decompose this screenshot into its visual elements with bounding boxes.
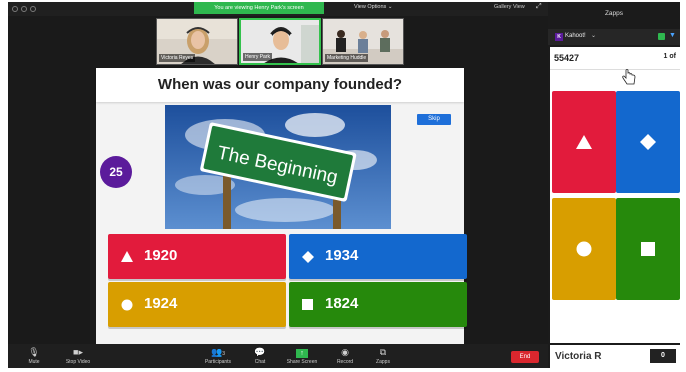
view-options-menu[interactable]: View Options ⌄ xyxy=(354,4,392,10)
answer-button-red[interactable]: 1920 xyxy=(108,234,286,279)
triangle-icon xyxy=(121,251,133,262)
chevron-down-icon: ⌄ xyxy=(387,4,393,10)
question-image: The Beginning xyxy=(165,105,391,229)
answer-tile-blue[interactable] xyxy=(616,91,680,193)
zapps-title: Zapps xyxy=(604,10,624,17)
filter-icon[interactable]: ▼ xyxy=(669,32,676,39)
chat-label: Chat xyxy=(254,359,266,365)
video-camera-icon: ■▸ xyxy=(73,347,83,357)
circle-icon xyxy=(121,299,133,311)
share-screen-label: Share Screen xyxy=(286,359,318,365)
zapps-icon: ⧉ xyxy=(379,347,387,357)
participant-name: Victoria Reyes xyxy=(159,54,196,62)
kahoot-app-bar: K Kahoot! ⌄ ▼ xyxy=(548,29,680,45)
mute-label: Mute xyxy=(28,359,40,365)
microphone-icon: 🎙 xyxy=(28,347,40,357)
kahoot-player-view: 55427 1 of xyxy=(550,47,680,343)
square-icon xyxy=(302,299,313,310)
divider xyxy=(550,69,680,70)
participants-label: Participants xyxy=(204,359,232,365)
participant-tile-marketing-huddle[interactable]: Marketing Huddle xyxy=(322,18,404,65)
zoom-window: You are viewing Henry Park's screen View… xyxy=(8,2,680,368)
diamond-icon xyxy=(640,134,656,150)
answer-tile-red[interactable] xyxy=(552,91,616,193)
shared-screen: When was our company founded? Skip 25 Th… xyxy=(96,68,467,344)
player-name: Victoria R xyxy=(555,351,602,362)
triangle-icon xyxy=(576,135,592,149)
beginning-sign-image: The Beginning xyxy=(165,105,391,229)
answer-label: 1934 xyxy=(325,247,359,264)
participants-count: 3 xyxy=(222,351,225,357)
zapps-button[interactable]: ⧉ Zapps xyxy=(361,346,405,365)
participant-name: Henry Park xyxy=(243,53,273,61)
zoom-window-button[interactable] xyxy=(30,6,36,12)
share-app-icon[interactable] xyxy=(658,33,665,40)
answer-label: 1920 xyxy=(144,247,178,264)
answer-tile-yellow[interactable] xyxy=(552,198,616,300)
stop-video-button[interactable]: ■▸ Stop Video xyxy=(56,346,100,365)
stop-video-label: Stop Video xyxy=(65,359,91,365)
player-score: 0 xyxy=(650,349,676,363)
chat-button[interactable]: 💬 Chat xyxy=(238,346,282,365)
question-count: 1 of xyxy=(663,53,676,60)
participant-tile-victoria[interactable]: Victoria Reyes xyxy=(156,18,238,65)
participants-icon: 👥3 xyxy=(211,347,225,357)
chat-icon: 💬 xyxy=(254,347,266,357)
share-screen-icon: ↑ xyxy=(280,346,324,358)
countdown-timer: 25 xyxy=(100,156,132,188)
square-icon xyxy=(641,242,655,256)
answer-button-green[interactable]: 1824 xyxy=(289,282,467,327)
game-pin: 55427 xyxy=(554,53,580,63)
answer-button-blue[interactable]: 1934 xyxy=(289,234,467,279)
answer-tile-green[interactable] xyxy=(616,198,680,300)
answer-label: 1824 xyxy=(325,295,359,312)
player-info-bar: Victoria R 0 xyxy=(550,345,680,368)
participant-name: Marketing Huddle xyxy=(325,54,369,62)
end-meeting-button[interactable]: End xyxy=(511,351,539,363)
skip-button[interactable]: Skip xyxy=(417,114,451,125)
question-header: When was our company founded? xyxy=(96,68,464,102)
zapps-panel: Zapps K Kahoot! ⌄ ▼ 55427 1 of Victoria … xyxy=(548,2,680,368)
share-screen-button[interactable]: ↑ Share Screen xyxy=(280,346,324,365)
answer-label: 1924 xyxy=(144,295,178,312)
gallery-view-button[interactable]: Gallery View xyxy=(494,4,525,10)
diamond-icon xyxy=(302,251,314,263)
view-options-label: View Options xyxy=(354,4,387,10)
meeting-controls-bar: 🎙 Mute ■▸ Stop Video 👥3 Participants 💬 C… xyxy=(8,344,548,368)
answer-button-yellow[interactable]: 1924 xyxy=(108,282,286,327)
kahoot-logo-icon: K xyxy=(555,33,563,41)
mute-button[interactable]: 🎙 Mute xyxy=(12,346,56,365)
participant-tile-henry[interactable]: Henry Park xyxy=(239,18,321,65)
app-name[interactable]: Kahoot! xyxy=(565,33,586,39)
zoom-top-bar: You are viewing Henry Park's screen View… xyxy=(8,2,548,16)
fullscreen-icon[interactable]: ⤢ xyxy=(536,3,542,11)
circle-icon xyxy=(576,241,592,257)
cursor-hand-icon xyxy=(622,69,636,85)
question-text: When was our company founded? xyxy=(157,76,403,93)
participants-button[interactable]: 👥3 Participants xyxy=(196,346,240,365)
minimize-window-button[interactable] xyxy=(21,6,27,12)
viewing-screen-banner: You are viewing Henry Park's screen xyxy=(194,2,324,14)
close-window-button[interactable] xyxy=(12,6,18,12)
zapps-label: Zapps xyxy=(376,359,390,365)
chevron-down-icon[interactable]: ⌄ xyxy=(591,32,596,39)
